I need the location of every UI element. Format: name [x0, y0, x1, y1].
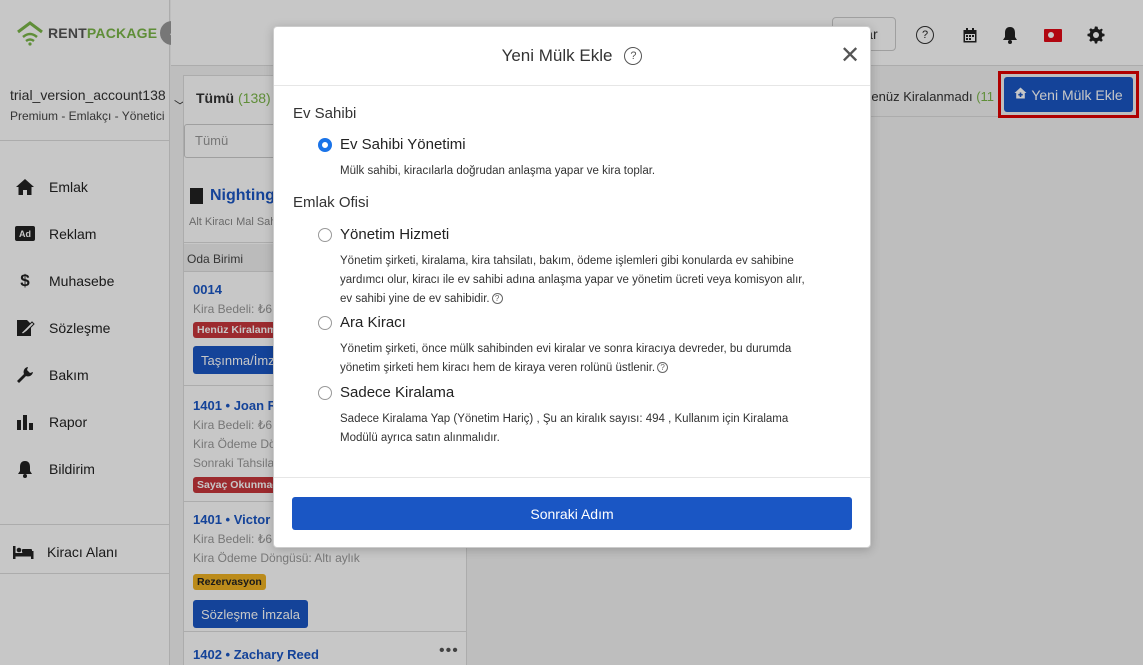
option-description: Yönetim şirketi, önce mülk sahibinden ev…	[340, 343, 792, 374]
section-office: Emlak Ofisi	[293, 194, 369, 211]
option-title: Ev Sahibi Yönetimi	[340, 136, 466, 153]
radio-rental-only[interactable]	[318, 386, 332, 400]
modal-title: Yeni Mülk Ekle	[501, 46, 613, 65]
add-property-modal: Yeni Mülk Ekle ? ✕ Ev Sahibi Ev Sahibi Y…	[273, 26, 871, 548]
option-owner-management[interactable]: Ev Sahibi Yönetimi Mülk sahibi, kiracıla…	[318, 136, 828, 177]
option-sub-tenant[interactable]: Ara Kiracı Yönetim şirketi, önce mülk sa…	[318, 314, 828, 374]
divider	[274, 477, 870, 478]
option-rental-only[interactable]: Sadece Kiralama Sadece Kiralama Yap (Yön…	[318, 384, 828, 444]
option-title: Sadece Kiralama	[340, 384, 455, 401]
close-icon[interactable]: ✕	[840, 44, 860, 68]
next-step-button[interactable]: Sonraki Adım	[292, 497, 852, 530]
help-icon[interactable]: ?	[624, 47, 643, 65]
option-description: Yönetim şirketi, kiralama, kira tahsilat…	[340, 255, 805, 305]
radio-sub-tenant[interactable]	[318, 316, 332, 330]
option-management-service[interactable]: Yönetim Hizmeti Yönetim şirketi, kiralam…	[318, 226, 828, 306]
help-icon[interactable]: ?	[491, 293, 503, 305]
radio-management-service[interactable]	[318, 228, 332, 242]
option-description: Mülk sahibi, kiracılarla doğrudan anlaşm…	[340, 165, 656, 177]
modal-header: Yeni Mülk Ekle ?	[274, 27, 870, 86]
option-title: Yönetim Hizmeti	[340, 226, 450, 243]
radio-owner-management[interactable]	[318, 138, 332, 152]
section-owner: Ev Sahibi	[293, 105, 357, 122]
help-icon[interactable]: ?	[657, 362, 669, 374]
option-description: Sadece Kiralama Yap (Yönetim Hariç) , Şu…	[340, 413, 789, 444]
option-title: Ara Kiracı	[340, 314, 406, 331]
